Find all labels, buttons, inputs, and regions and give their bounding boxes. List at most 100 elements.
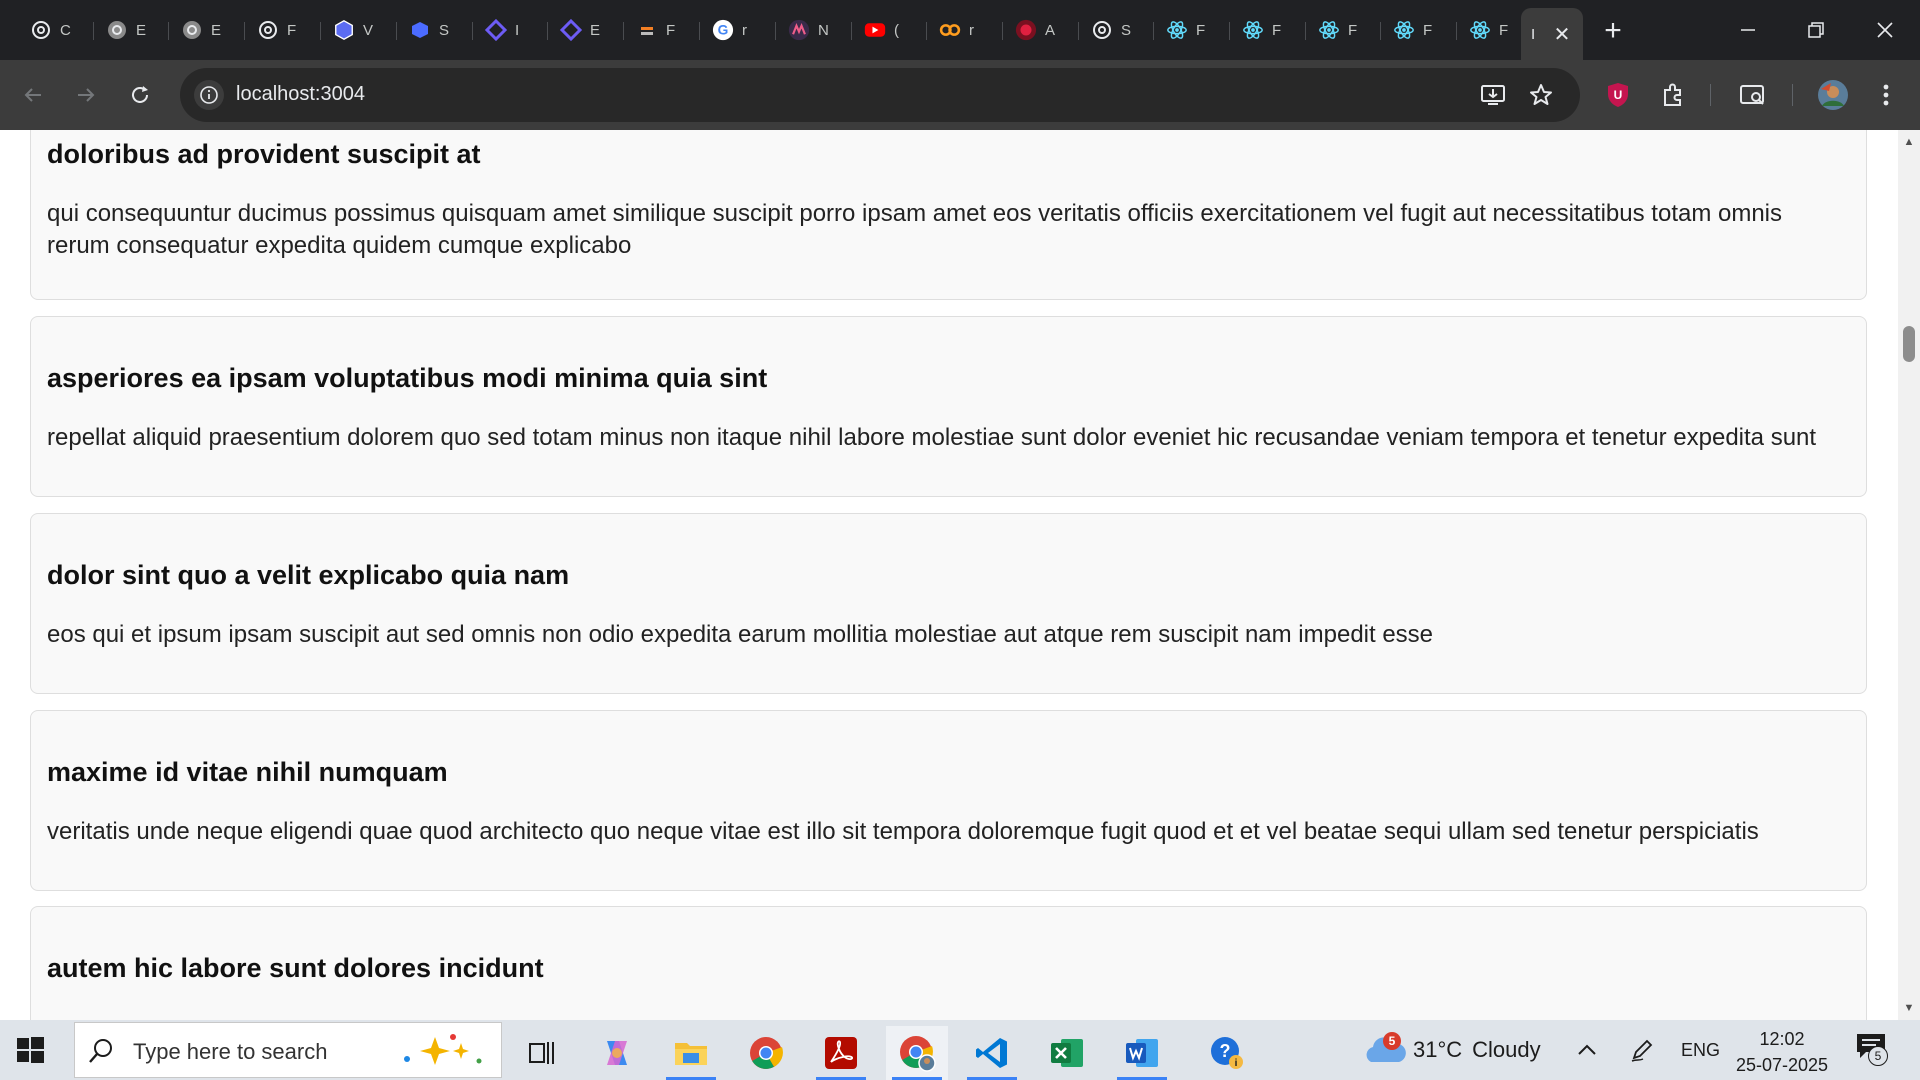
taskbar-app-acrobat[interactable] bbox=[810, 1026, 872, 1080]
post-title: asperiores ea ipsam voluptatibus modi mi… bbox=[47, 363, 768, 393]
address-bar[interactable]: localhost:3004 bbox=[180, 68, 1580, 122]
stack-icon bbox=[636, 19, 658, 41]
tab-6[interactable]: S bbox=[397, 8, 473, 52]
task-view-button[interactable] bbox=[510, 1026, 572, 1080]
url-text[interactable]: localhost:3004 bbox=[236, 83, 365, 106]
taskbar-app-file-explorer[interactable] bbox=[660, 1026, 722, 1080]
ublock-icon[interactable]: U bbox=[1600, 77, 1636, 113]
extensions-puzzle-icon[interactable] bbox=[1655, 77, 1691, 113]
bookmark-star-icon[interactable] bbox=[1526, 80, 1556, 110]
tab-title: r bbox=[742, 21, 747, 39]
post-card: doloribus ad provident suscipit at qui c… bbox=[30, 130, 1867, 300]
tab-1[interactable]: C bbox=[18, 8, 94, 52]
scrollbar-thumb[interactable] bbox=[1903, 326, 1915, 362]
svg-text:i: i bbox=[1235, 1058, 1238, 1069]
tab-title: S bbox=[1121, 21, 1132, 39]
tab-15[interactable]: S bbox=[1079, 8, 1154, 52]
tab-3[interactable]: E bbox=[169, 8, 245, 52]
post-title: doloribus ad provident suscipit at bbox=[47, 139, 481, 169]
tab-search-icon[interactable] bbox=[1735, 77, 1771, 113]
tab-4[interactable]: F bbox=[245, 8, 321, 52]
pen-menu-button[interactable] bbox=[1629, 1020, 1655, 1080]
chrome-profile-icon bbox=[900, 1036, 936, 1072]
restore-button[interactable] bbox=[1782, 10, 1850, 50]
windows-start-button[interactable] bbox=[14, 1034, 46, 1066]
circle-red-icon bbox=[1015, 19, 1037, 41]
weather-widget[interactable]: 5 31°C Cloudy bbox=[1363, 1020, 1541, 1080]
pen-icon bbox=[1631, 1039, 1653, 1062]
tab-2[interactable]: E bbox=[94, 8, 169, 52]
tab-5[interactable]: V bbox=[321, 8, 397, 52]
clock-time: 12:02 bbox=[1759, 1029, 1805, 1049]
vertical-scrollbar[interactable]: ▲ ▼ bbox=[1898, 130, 1920, 1020]
taskbar-app-chrome[interactable] bbox=[735, 1026, 797, 1080]
cloud-weather-icon: 5 bbox=[1363, 1030, 1407, 1070]
tab-13[interactable]: r bbox=[927, 8, 1003, 52]
show-hidden-icons-button[interactable] bbox=[1575, 1020, 1599, 1080]
scroll-down-arrow-icon[interactable]: ▼ bbox=[1903, 1002, 1915, 1014]
tab-7[interactable]: I bbox=[473, 8, 548, 52]
chrome-icon bbox=[750, 1037, 783, 1069]
search-icon bbox=[89, 1039, 112, 1063]
tab-10[interactable]: G r bbox=[700, 8, 776, 52]
notification-count-badge: 5 bbox=[1868, 1046, 1888, 1066]
scroll-up-arrow-icon[interactable]: ▲ bbox=[1903, 136, 1915, 148]
arrow-left-icon bbox=[24, 88, 41, 102]
minimize-icon bbox=[1741, 29, 1755, 31]
notification-icon: 5 bbox=[1854, 1030, 1894, 1070]
post-body: repellat aliquid praesentium dolorem quo… bbox=[47, 424, 1817, 451]
tab-11[interactable]: N bbox=[776, 8, 852, 52]
taskbar-search-box[interactable]: Type here to search bbox=[74, 1022, 502, 1078]
tab-title: E bbox=[590, 21, 601, 39]
tab-title: r bbox=[969, 21, 974, 39]
tab-14[interactable]: A bbox=[1003, 8, 1079, 52]
tab-8[interactable]: E bbox=[548, 8, 624, 52]
post-card: autem hic labore sunt dolores incidunt bbox=[30, 906, 1867, 1020]
close-icon bbox=[1877, 22, 1893, 38]
profile-avatar[interactable] bbox=[1815, 77, 1851, 113]
tab-title: F bbox=[666, 21, 676, 39]
tab-19[interactable]: F bbox=[1381, 8, 1457, 52]
back-button[interactable] bbox=[15, 77, 51, 113]
post-body: qui consequuntur ducimus possimus quisqu… bbox=[47, 200, 1783, 259]
install-app-icon[interactable] bbox=[1478, 80, 1508, 110]
shield-hex-icon bbox=[333, 19, 355, 41]
tab-title: I bbox=[1531, 25, 1536, 43]
new-tab-button[interactable]: + bbox=[1596, 14, 1630, 48]
menu-kebab-icon[interactable] bbox=[1868, 77, 1904, 113]
minimize-button[interactable] bbox=[1714, 10, 1782, 50]
tab-title: F bbox=[1423, 21, 1433, 39]
tab-20[interactable]: F bbox=[1457, 8, 1521, 52]
post-card: maxime id vitae nihil numquam veritatis … bbox=[30, 710, 1867, 891]
taskbar-app-word[interactable] bbox=[1111, 1026, 1173, 1080]
tab-18[interactable]: F bbox=[1306, 8, 1381, 52]
tab-active[interactable]: I ✕ bbox=[1521, 8, 1583, 60]
taskbar-app-copilot[interactable] bbox=[586, 1026, 648, 1080]
site-info-icon[interactable] bbox=[194, 80, 224, 110]
tab-16[interactable]: F bbox=[1154, 8, 1230, 52]
tab-title: C bbox=[60, 21, 71, 39]
reload-button[interactable] bbox=[122, 77, 158, 113]
close-tab-icon[interactable]: ✕ bbox=[1551, 23, 1573, 46]
arrow-right-icon bbox=[78, 88, 95, 102]
code-diamond-icon bbox=[485, 19, 507, 41]
tab-17[interactable]: F bbox=[1230, 8, 1306, 52]
vscode-icon bbox=[976, 1038, 1007, 1068]
tab-12[interactable]: ( bbox=[852, 8, 927, 52]
svg-text:U: U bbox=[1614, 88, 1623, 102]
windows-taskbar: Type here to search ? i 5 31°C Cloudy EN… bbox=[0, 1020, 1920, 1080]
forward-button[interactable] bbox=[68, 77, 104, 113]
acrobat-icon bbox=[825, 1037, 857, 1069]
language-indicator[interactable]: ENG bbox=[1681, 1020, 1720, 1080]
taskbar-app-vscode[interactable] bbox=[961, 1026, 1023, 1080]
taskbar-app-chrome-profile[interactable] bbox=[886, 1026, 948, 1080]
react-icon bbox=[1318, 19, 1340, 41]
tab-title: A bbox=[1045, 21, 1056, 39]
taskbar-app-get-help[interactable]: ? i bbox=[1196, 1026, 1258, 1080]
reload-icon bbox=[132, 86, 148, 103]
notification-center-button[interactable]: 5 bbox=[1854, 1020, 1894, 1080]
system-clock[interactable]: 12:02 25-07-2025 bbox=[1732, 1026, 1832, 1078]
taskbar-app-excel[interactable] bbox=[1036, 1026, 1098, 1080]
close-window-button[interactable] bbox=[1851, 10, 1919, 50]
tab-9[interactable]: F bbox=[624, 8, 700, 52]
